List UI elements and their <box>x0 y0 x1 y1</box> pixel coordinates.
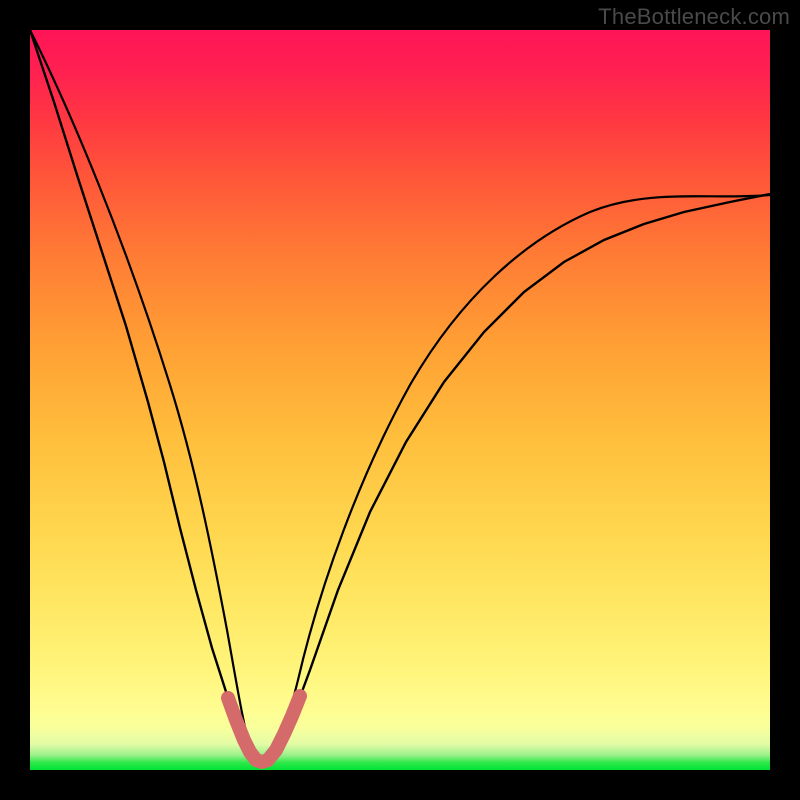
bottleneck-curve-main <box>30 30 770 760</box>
chart-frame: TheBottleneck.com <box>0 0 800 800</box>
watermark-text: TheBottleneck.com <box>598 4 790 30</box>
bottleneck-curve <box>30 30 770 763</box>
plot-area <box>30 30 770 770</box>
curve-layer <box>30 30 770 770</box>
highlight-marker <box>228 696 300 762</box>
